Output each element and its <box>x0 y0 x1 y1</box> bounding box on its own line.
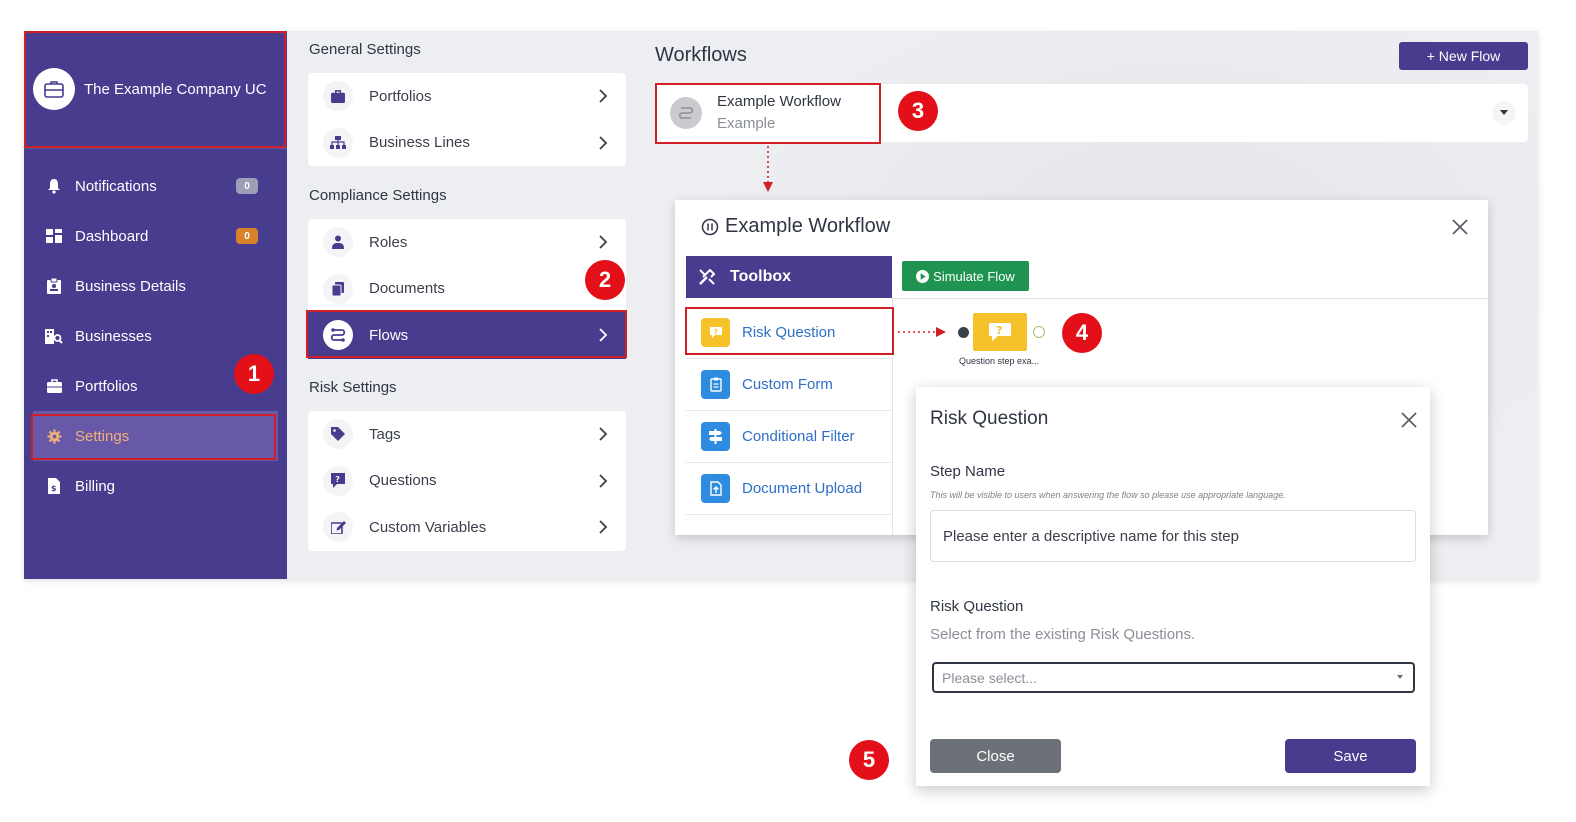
annotation-arrows <box>763 146 946 337</box>
step-marker-5: 5 <box>849 740 889 780</box>
step-marker-2: 2 <box>585 260 625 300</box>
step-marker-3: 3 <box>898 91 938 131</box>
step-marker-1: 1 <box>234 354 274 394</box>
step-marker-4: 4 <box>1062 313 1102 353</box>
arrowhead-icon <box>763 182 773 192</box>
screenshot-stage: The Example Company UC Notifications 0 D… <box>0 0 1576 822</box>
arrowhead-icon <box>936 327 946 337</box>
